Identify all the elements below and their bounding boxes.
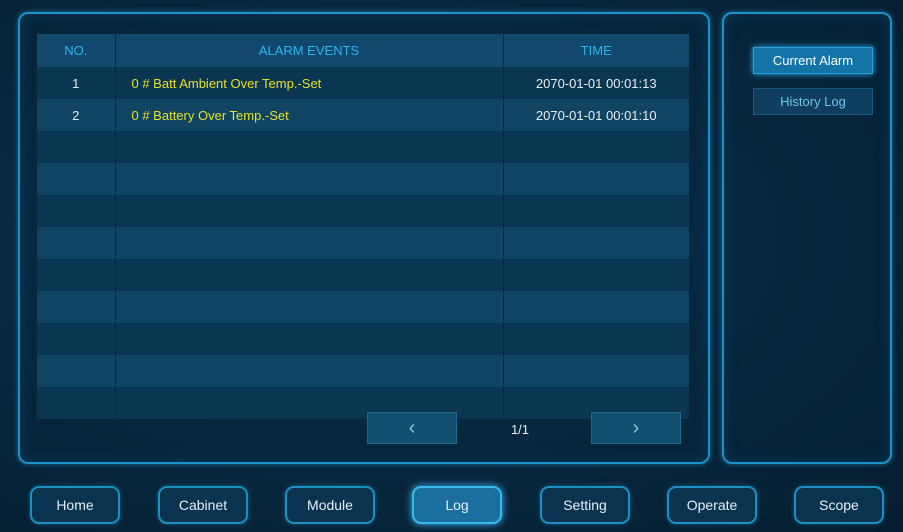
next-page-button[interactable]: ›	[591, 412, 681, 444]
side-panel	[722, 12, 892, 464]
nav-cabinet-button[interactable]: Cabinet	[158, 486, 248, 524]
row-number: 2	[37, 99, 116, 131]
column-header-no: NO.	[37, 34, 116, 67]
nav-home-button[interactable]: Home	[30, 486, 120, 524]
table-row	[37, 323, 689, 355]
column-header-time: TIME	[503, 34, 689, 67]
alarm-event: 0 # Batt Ambient Over Temp.-Set	[115, 67, 504, 99]
page-indicator: 1/1	[510, 422, 530, 437]
table-row[interactable]: 1 0 # Batt Ambient Over Temp.-Set 2070-0…	[37, 67, 689, 99]
table-row[interactable]: 2 0 # Battery Over Temp.-Set 2070-01-01 …	[37, 99, 689, 131]
table-row	[37, 163, 689, 195]
alarm-table: NO. ALARM EVENTS TIME 1 0 # Batt Ambient…	[37, 34, 689, 419]
alarm-time: 2070-01-01 00:01:13	[503, 67, 689, 99]
history-log-button[interactable]: History Log	[753, 88, 873, 115]
table-row	[37, 355, 689, 387]
table-row	[37, 291, 689, 323]
table-row	[37, 195, 689, 227]
nav-module-button[interactable]: Module	[285, 486, 375, 524]
nav-scope-button[interactable]: Scope	[794, 486, 884, 524]
table-row	[37, 227, 689, 259]
chevron-right-icon: ›	[632, 417, 640, 439]
table-header-row: NO. ALARM EVENTS TIME	[37, 34, 689, 67]
nav-operate-button[interactable]: Operate	[667, 486, 757, 524]
table-row	[37, 259, 689, 291]
nav-log-button[interactable]: Log	[412, 486, 502, 524]
chevron-left-icon: ‹	[408, 417, 416, 439]
alarm-event: 0 # Battery Over Temp.-Set	[115, 99, 504, 131]
previous-page-button[interactable]: ‹	[367, 412, 457, 444]
alarm-time: 2070-01-01 00:01:10	[503, 99, 689, 131]
row-number: 1	[37, 67, 116, 99]
current-alarm-button[interactable]: Current Alarm	[753, 47, 873, 74]
nav-setting-button[interactable]: Setting	[540, 486, 630, 524]
column-header-alarm-events: ALARM EVENTS	[115, 34, 504, 67]
table-row	[37, 131, 689, 163]
